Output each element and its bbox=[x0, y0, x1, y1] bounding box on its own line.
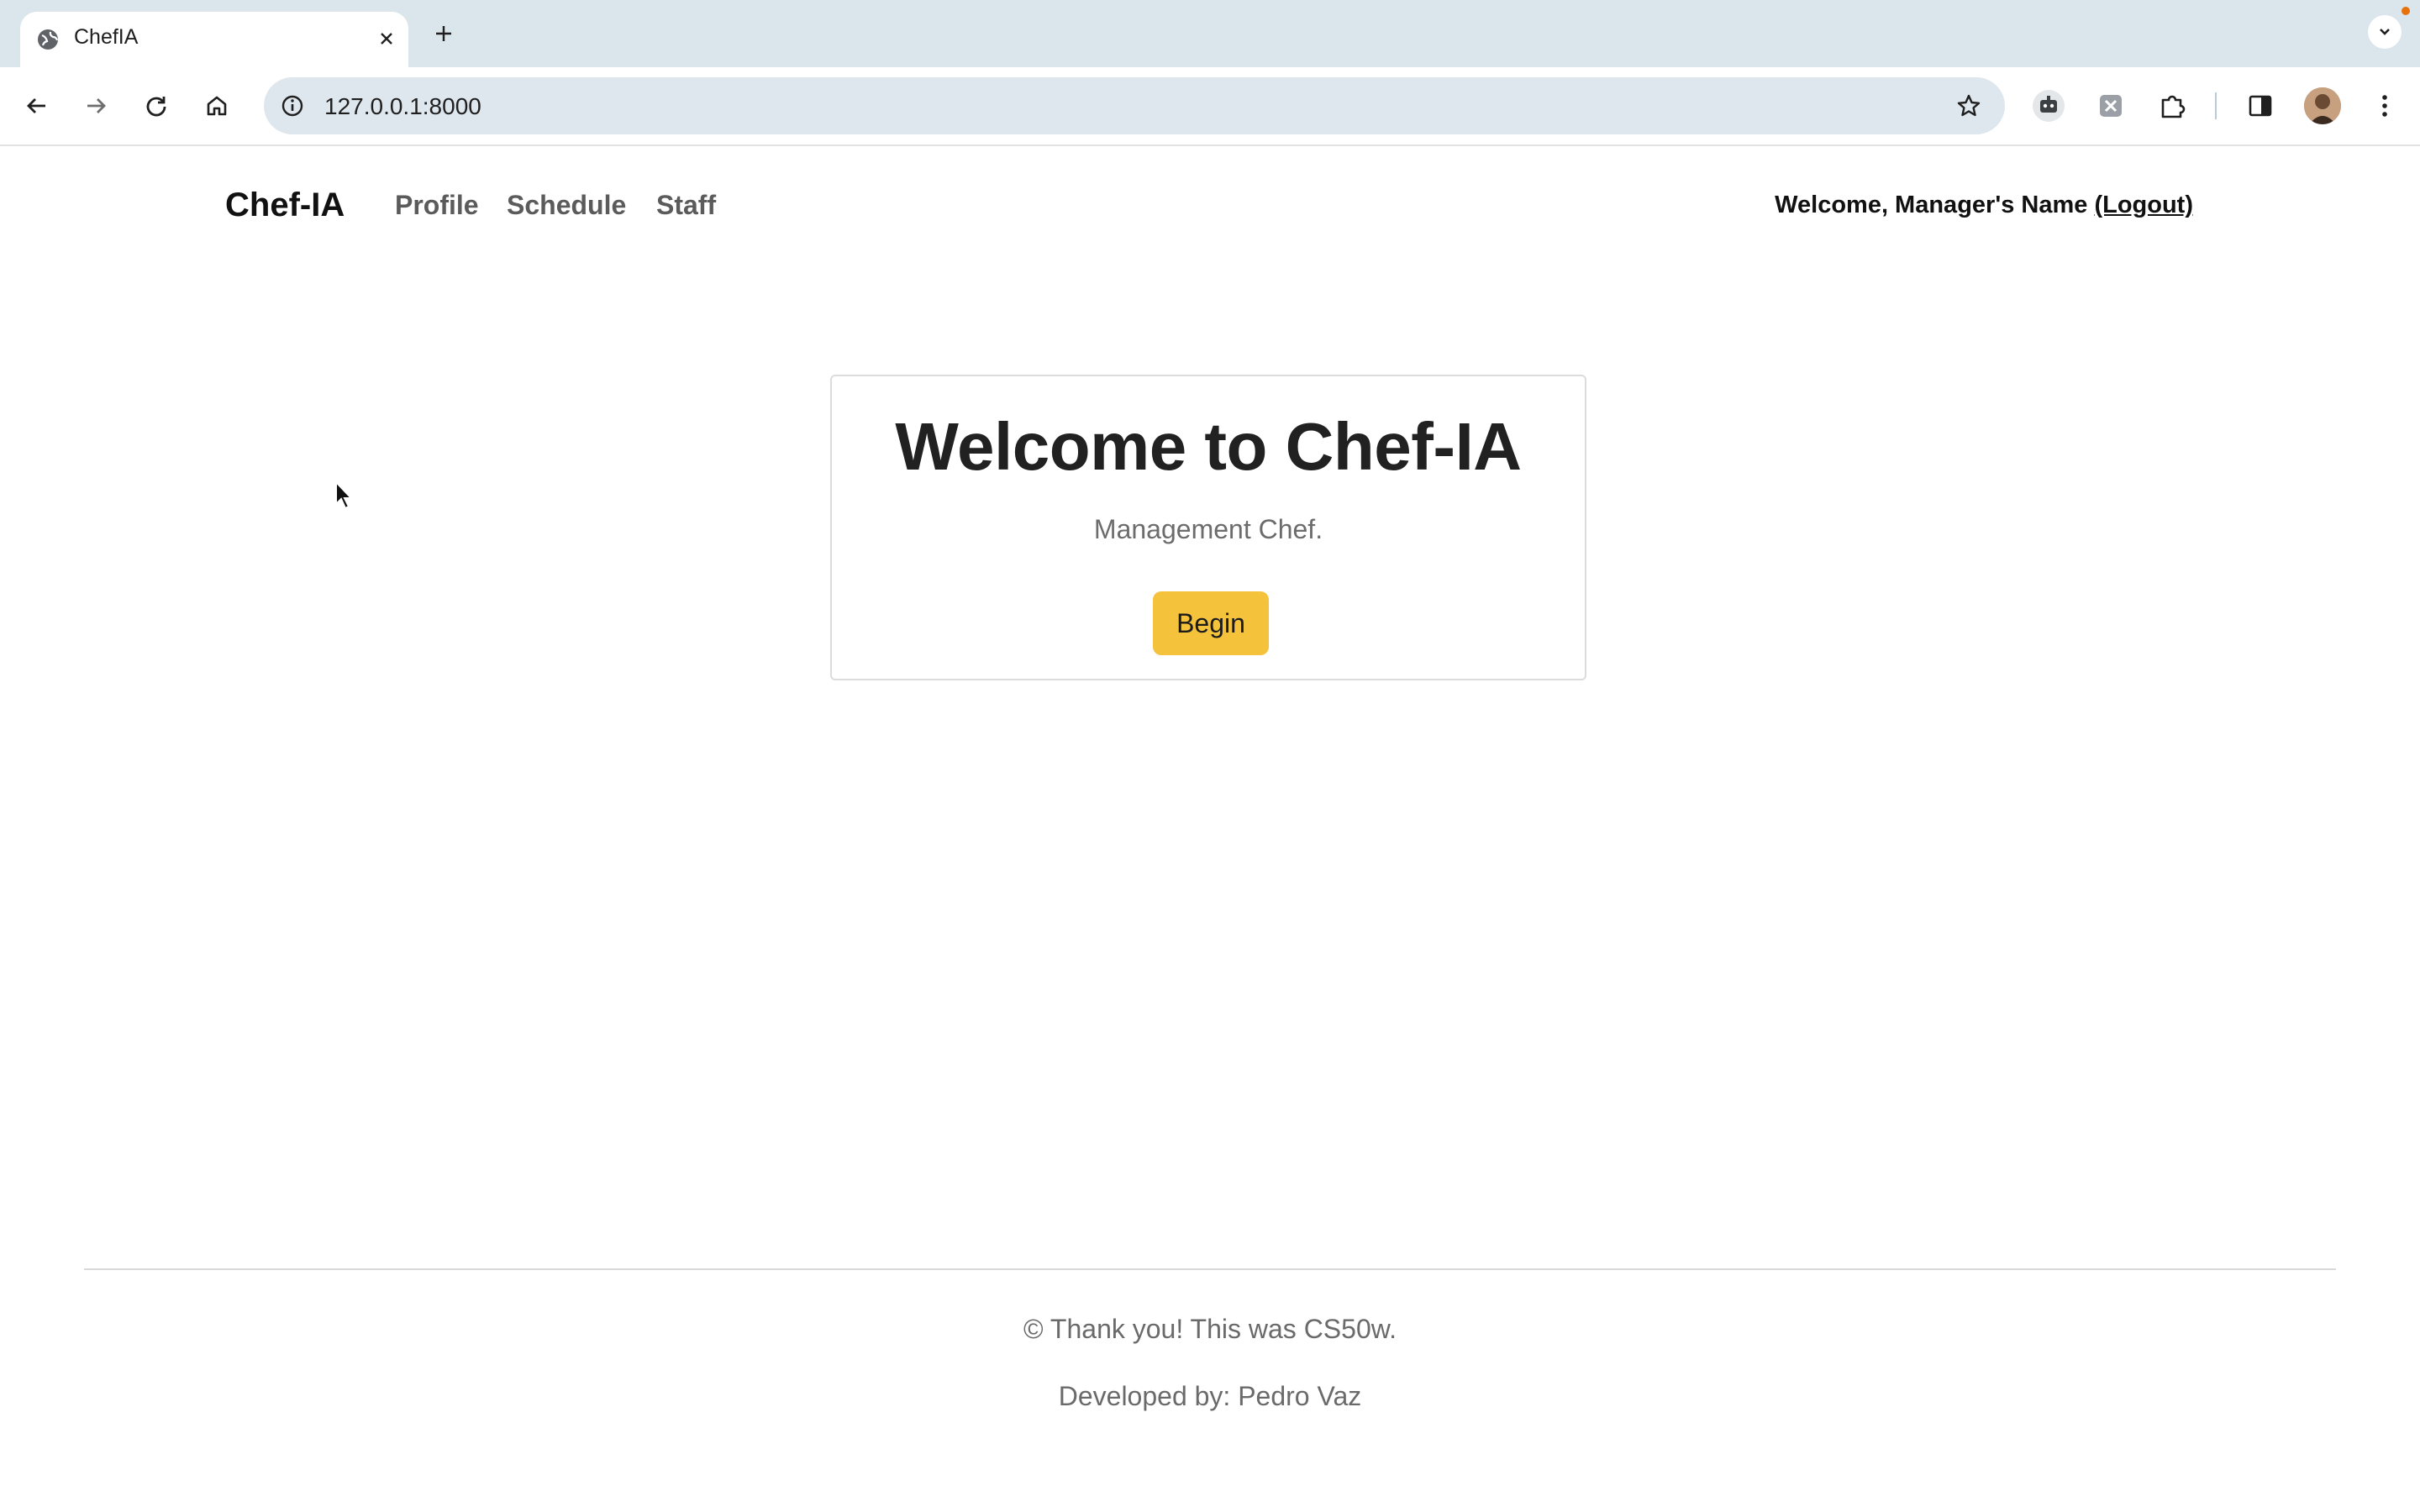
nav-link-profile[interactable]: Profile bbox=[395, 190, 479, 221]
puzzle-grey-icon[interactable] bbox=[2091, 86, 2131, 126]
site-navbar: Chef-IA Profile Schedule Staff Welcome, … bbox=[0, 146, 2420, 264]
puzzle-icon[interactable] bbox=[2153, 86, 2193, 126]
welcome-text: Welcome, Manager's Name bbox=[1775, 192, 2095, 218]
globe-icon bbox=[35, 27, 60, 52]
welcome-user: Welcome, Manager's Name (Logout) bbox=[1775, 192, 2193, 219]
browser-toolbar: 127.0.0.1:8000 bbox=[0, 67, 2420, 146]
welcome-card: Welcome to Chef-IA Management Chef. Begi… bbox=[830, 375, 1586, 680]
info-icon[interactable] bbox=[276, 89, 309, 123]
logout-link[interactable]: (Logout) bbox=[2094, 192, 2193, 218]
browser-tab-strip: ChefIA bbox=[0, 0, 2420, 67]
reload-icon[interactable] bbox=[138, 87, 175, 124]
brand-link[interactable]: Chef-IA bbox=[225, 186, 345, 224]
avatar[interactable] bbox=[2304, 87, 2341, 124]
url-text: 127.0.0.1:8000 bbox=[324, 93, 481, 119]
begin-button[interactable]: Begin bbox=[1153, 591, 1269, 655]
plus-icon[interactable] bbox=[427, 17, 460, 50]
browser-tab[interactable]: ChefIA bbox=[20, 12, 408, 67]
page-title: Welcome to Chef-IA bbox=[895, 409, 1522, 484]
home-icon[interactable] bbox=[198, 87, 235, 124]
star-icon[interactable] bbox=[1951, 88, 1986, 123]
page-subtitle: Management Chef. bbox=[1093, 514, 1323, 544]
side-panel-icon[interactable] bbox=[2240, 86, 2281, 126]
footer-credits: Developed by: Pedro Vaz bbox=[1058, 1381, 1362, 1411]
nav-link-schedule[interactable]: Schedule bbox=[507, 190, 626, 221]
tab-title: ChefIA bbox=[74, 25, 139, 49]
forward-arrow-icon[interactable] bbox=[77, 87, 114, 124]
kebab-menu-icon[interactable] bbox=[2365, 86, 2405, 126]
close-icon[interactable] bbox=[371, 24, 402, 54]
address-bar[interactable]: 127.0.0.1:8000 bbox=[264, 77, 2005, 134]
footer-divider bbox=[84, 1268, 2336, 1270]
toolbar-divider bbox=[2215, 92, 2217, 119]
nav-link-staff[interactable]: Staff bbox=[656, 190, 716, 221]
mouse-cursor-icon bbox=[334, 480, 355, 511]
back-arrow-icon[interactable] bbox=[18, 87, 55, 124]
footer-thanks: © Thank you! This was CS50w. bbox=[1023, 1314, 1397, 1344]
robot-icon[interactable] bbox=[2028, 86, 2069, 126]
chevron-down-icon[interactable] bbox=[2368, 15, 2402, 49]
notification-dot bbox=[2402, 7, 2410, 15]
